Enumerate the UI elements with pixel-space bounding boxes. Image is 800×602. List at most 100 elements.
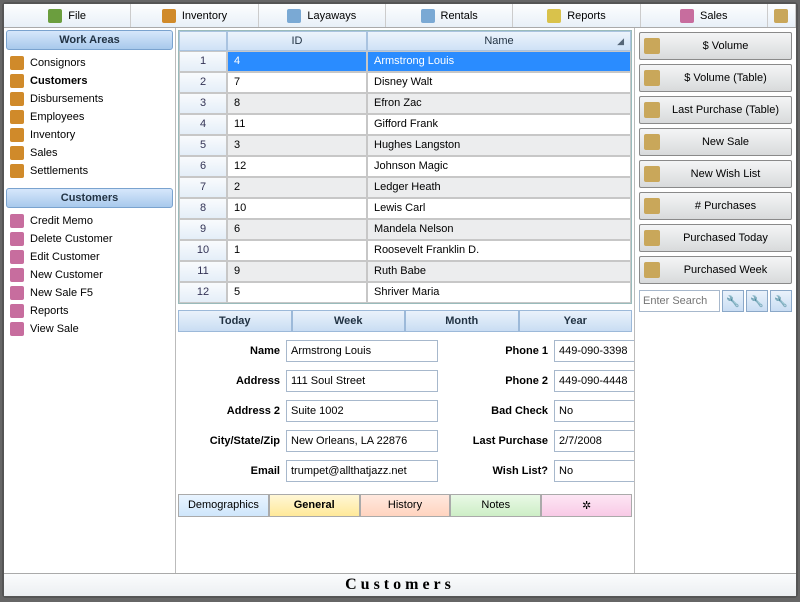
tab-history[interactable]: History bbox=[360, 494, 451, 517]
work-area-item[interactable]: Settlements bbox=[8, 162, 171, 180]
menu-label: Sales bbox=[700, 10, 728, 22]
nav-icon bbox=[10, 304, 24, 318]
table-row[interactable]: 96Mandela Nelson bbox=[179, 219, 631, 240]
inventory-icon bbox=[162, 9, 176, 23]
tab-notes[interactable]: Notes bbox=[450, 494, 541, 517]
table-row[interactable]: 101Roosevelt Franklin D. bbox=[179, 240, 631, 261]
field-lastpurchase[interactable] bbox=[554, 430, 634, 452]
tab-month[interactable]: Month bbox=[405, 310, 519, 332]
sparkle-icon: ✲ bbox=[582, 500, 591, 512]
customer-action-item[interactable]: Reports bbox=[8, 302, 171, 320]
cell-name: Disney Walt bbox=[367, 72, 631, 93]
label-phone1: Phone 1 bbox=[448, 345, 548, 357]
menu-inventory[interactable]: Inventory bbox=[131, 4, 258, 27]
nav-icon bbox=[10, 232, 24, 246]
work-area-item[interactable]: Disbursements bbox=[8, 90, 171, 108]
cell-id: 11 bbox=[227, 114, 367, 135]
table-row[interactable]: 72Ledger Heath bbox=[179, 177, 631, 198]
search-button-1[interactable]: 🔧 bbox=[722, 290, 744, 312]
tab-demographics[interactable]: Demographics bbox=[178, 494, 269, 517]
customer-action-item[interactable]: View Sale bbox=[8, 320, 171, 338]
menu-layaways[interactable]: Layaways bbox=[259, 4, 386, 27]
work-area-item[interactable]: Customers bbox=[8, 72, 171, 90]
cell-name: Armstrong Louis bbox=[367, 51, 631, 72]
action-button[interactable]: $ Volume (Table) bbox=[639, 64, 792, 92]
button-icon bbox=[644, 102, 660, 118]
customer-action-item[interactable]: Delete Customer bbox=[8, 230, 171, 248]
field-name[interactable] bbox=[286, 340, 438, 362]
tab-week[interactable]: Week bbox=[292, 310, 406, 332]
table-row[interactable]: 14Armstrong Louis bbox=[179, 51, 631, 72]
label-csz: City/State/Zip bbox=[180, 435, 280, 447]
action-button[interactable]: Purchased Today bbox=[639, 224, 792, 252]
action-button[interactable]: New Sale bbox=[639, 128, 792, 156]
customers-panel-list: Credit MemoDelete CustomerEdit CustomerN… bbox=[4, 210, 175, 344]
table-row[interactable]: 612Johnson Magic bbox=[179, 156, 631, 177]
button-label: Purchased Week bbox=[664, 264, 787, 276]
detail-left: Name Address Address 2 City/State/Zip Em… bbox=[180, 340, 438, 490]
menu-label: Layaways bbox=[307, 10, 356, 22]
field-phone1[interactable] bbox=[554, 340, 634, 362]
tab-extra[interactable]: ✲ bbox=[541, 494, 632, 517]
search-button-3[interactable]: 🔧 bbox=[770, 290, 792, 312]
search-button-2[interactable]: 🔧 bbox=[746, 290, 768, 312]
field-phone2[interactable] bbox=[554, 370, 634, 392]
table-row[interactable]: 53Hughes Langston bbox=[179, 135, 631, 156]
label-wishlist: Wish List? bbox=[448, 465, 548, 477]
cell-id: 8 bbox=[227, 93, 367, 114]
field-badcheck[interactable] bbox=[554, 400, 634, 422]
button-label: $ Volume bbox=[664, 40, 787, 52]
overflow-icon bbox=[774, 9, 788, 23]
nav-label: View Sale bbox=[30, 323, 79, 335]
cell-name: Roosevelt Franklin D. bbox=[367, 240, 631, 261]
table-row[interactable]: 411Gifford Frank bbox=[179, 114, 631, 135]
table-row[interactable]: 27Disney Walt bbox=[179, 72, 631, 93]
customer-action-item[interactable]: Edit Customer bbox=[8, 248, 171, 266]
work-area-item[interactable]: Sales bbox=[8, 144, 171, 162]
field-csz[interactable] bbox=[286, 430, 438, 452]
nav-label: Reports bbox=[30, 305, 69, 317]
action-button[interactable]: New Wish List bbox=[639, 160, 792, 188]
table-row[interactable]: 810Lewis Carl bbox=[179, 198, 631, 219]
label-badcheck: Bad Check bbox=[448, 405, 548, 417]
action-button[interactable]: Purchased Week bbox=[639, 256, 792, 284]
field-email[interactable] bbox=[286, 460, 438, 482]
right-buttons: $ Volume $ Volume (Table) Last Purchase (T… bbox=[639, 32, 792, 284]
nav-label: Inventory bbox=[30, 129, 75, 141]
menu-label: Reports bbox=[567, 10, 606, 22]
action-button[interactable]: $ Volume bbox=[639, 32, 792, 60]
table-row[interactable]: 125Shriver Maria bbox=[179, 282, 631, 303]
menu-rentals[interactable]: Rentals bbox=[386, 4, 513, 27]
customer-action-item[interactable]: New Customer bbox=[8, 266, 171, 284]
menu-overflow[interactable] bbox=[768, 4, 796, 27]
field-wishlist[interactable] bbox=[554, 460, 634, 482]
action-button[interactable]: Last Purchase (Table) bbox=[639, 96, 792, 124]
customer-action-item[interactable]: Credit Memo bbox=[8, 212, 171, 230]
grid-header-name[interactable]: Name◢ bbox=[367, 31, 631, 51]
menu-file[interactable]: File bbox=[4, 4, 131, 27]
nav-label: New Sale F5 bbox=[30, 287, 93, 299]
button-icon bbox=[644, 134, 660, 150]
field-address[interactable] bbox=[286, 370, 438, 392]
search-input[interactable] bbox=[639, 290, 720, 312]
field-address2[interactable] bbox=[286, 400, 438, 422]
table-row[interactable]: 38Efron Zac bbox=[179, 93, 631, 114]
cell-name: Gifford Frank bbox=[367, 114, 631, 135]
work-area-item[interactable]: Employees bbox=[8, 108, 171, 126]
tab-year[interactable]: Year bbox=[519, 310, 633, 332]
nav-label: Sales bbox=[30, 147, 58, 159]
nav-label: Consignors bbox=[30, 57, 86, 69]
menu-reports[interactable]: Reports bbox=[513, 4, 640, 27]
nav-icon bbox=[10, 74, 24, 88]
tab-general[interactable]: General bbox=[269, 494, 360, 517]
grid-header-rownum[interactable] bbox=[179, 31, 227, 51]
customer-action-item[interactable]: New Sale F5 bbox=[8, 284, 171, 302]
work-area-item[interactable]: Inventory bbox=[8, 126, 171, 144]
reports-icon bbox=[547, 9, 561, 23]
grid-header-id[interactable]: ID bbox=[227, 31, 367, 51]
tab-today[interactable]: Today bbox=[178, 310, 292, 332]
work-area-item[interactable]: Consignors bbox=[8, 54, 171, 72]
menu-sales[interactable]: Sales bbox=[641, 4, 768, 27]
table-row[interactable]: 119Ruth Babe bbox=[179, 261, 631, 282]
action-button[interactable]: # Purchases bbox=[639, 192, 792, 220]
